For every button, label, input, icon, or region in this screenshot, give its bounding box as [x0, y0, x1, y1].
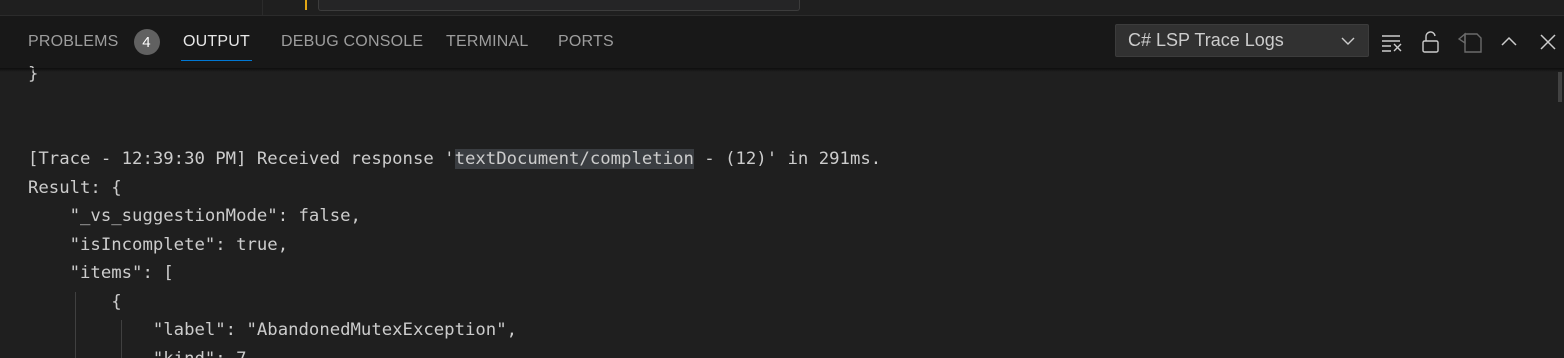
output-line: [Trace - 12:39:30 PM] Received response … [28, 145, 881, 173]
close-panel-icon[interactable] [1535, 29, 1561, 55]
tab-label: PORTS [558, 33, 614, 50]
tab-debug-console[interactable]: DEBUG CONSOLE [281, 16, 423, 68]
tab-label: PROBLEMS [28, 33, 119, 50]
trace-prefix: [Trace - 12:39:30 PM] Received response … [28, 149, 455, 169]
chevron-down-icon [1341, 37, 1355, 45]
tab-output[interactable]: OUTPUT [181, 16, 252, 68]
output-line: "label": "AbandonedMutexException", [28, 320, 517, 340]
active-tab-indicator [181, 60, 252, 61]
editor-group-divider [262, 0, 263, 15]
maximize-panel-icon[interactable] [1496, 29, 1522, 55]
scroll-shadow [0, 68, 1564, 72]
output-view[interactable]: } [Trace - 12:39:30 PM] Received respons… [0, 64, 1564, 358]
editor-area-edge [0, 0, 1564, 16]
output-line: "items": [ [28, 263, 174, 283]
tab-label: OUTPUT [183, 33, 250, 50]
output-channel-select[interactable]: C# LSP Trace Logs [1115, 24, 1369, 57]
lock-scroll-icon[interactable] [1418, 29, 1444, 55]
selection-highlight: textDocument/completion [454, 149, 694, 169]
tab-terminal[interactable]: TERMINAL [446, 16, 529, 68]
tab-ports[interactable]: PORTS [558, 16, 614, 68]
modified-indicator [305, 0, 307, 10]
problems-count-badge: 4 [133, 29, 160, 55]
vscode-window: PROBLEMS 4 OUTPUT DEBUG CONSOLE TERMINAL… [0, 0, 1564, 358]
tab-label: TERMINAL [446, 33, 529, 50]
output-line: Result: { [28, 178, 122, 198]
output-line: { [28, 292, 122, 312]
trace-suffix: - (12)' in 291ms. [693, 149, 882, 169]
output-channel-value: C# LSP Trace Logs [1128, 30, 1284, 50]
clear-output-icon[interactable] [1379, 29, 1405, 55]
panel-header: PROBLEMS 4 OUTPUT DEBUG CONSOLE TERMINAL… [0, 16, 1564, 68]
output-line: "isIncomplete": true, [28, 235, 289, 255]
tab-label: DEBUG CONSOLE [281, 33, 424, 50]
output-line: } [28, 64, 39, 84]
tab-problems[interactable]: PROBLEMS 4 [28, 16, 160, 68]
output-line: "_vs_suggestionMode": false, [28, 206, 361, 226]
find-widget-edge [318, 0, 800, 11]
scrollbar-thumb[interactable] [1558, 72, 1562, 102]
output-line: "kind": 7, [28, 345, 257, 358]
open-in-editor-icon[interactable] [1457, 29, 1483, 55]
